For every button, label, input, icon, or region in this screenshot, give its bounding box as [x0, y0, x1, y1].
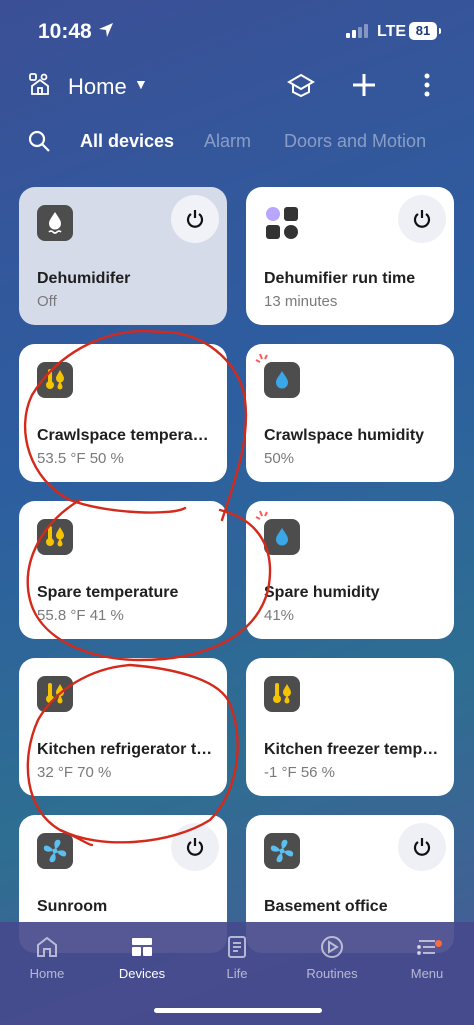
location-arrow-icon [99, 23, 113, 37]
nav-life[interactable]: Life [192, 934, 282, 981]
devices-grid-icon [132, 938, 152, 956]
power-button[interactable] [171, 195, 219, 243]
thermo-humidity-icon [37, 676, 73, 712]
device-card-spare-humidity[interactable]: Spare humidity 41% [246, 501, 454, 639]
more-options-icon[interactable] [410, 68, 444, 102]
search-icon[interactable] [27, 129, 51, 153]
thermo-humidity-icon [37, 519, 73, 555]
device-card-dehumidifier-run-time[interactable]: Dehumifier run time 13 minutes [246, 187, 454, 325]
home-icon [37, 936, 57, 957]
water-drop-icon [264, 519, 300, 555]
device-status: 41% [264, 607, 295, 624]
device-name: Dehumifier run time [264, 270, 416, 287]
routines-icon [321, 936, 343, 958]
signal-bars-icon [346, 24, 368, 38]
chevron-down-icon[interactable]: ▼ [134, 76, 148, 92]
device-status: -1 °F 56 % [264, 764, 336, 781]
fan-icon [37, 833, 73, 869]
dehumidifier-icon [37, 205, 73, 241]
power-button[interactable] [398, 823, 446, 871]
nav-devices[interactable]: Devices [97, 934, 187, 981]
device-card-crawlspace-humidity[interactable]: Crawlspace humidity 50% [246, 344, 454, 482]
nav-routines[interactable]: Routines [287, 934, 377, 981]
device-card-kitchen-refrigerator-temperature[interactable]: Kitchen refrigerator temperature 32 °F 7… [19, 658, 227, 796]
nav-label: Devices [118, 966, 166, 981]
hub-icon[interactable] [284, 68, 318, 102]
nav-menu[interactable]: Menu [382, 934, 472, 981]
device-status: Off [37, 293, 57, 310]
network-type: LTE [377, 23, 407, 40]
device-name: Dehumidifer [37, 270, 131, 287]
device-name: Spare humidity [264, 584, 380, 601]
fan-icon [264, 833, 300, 869]
tab-all-devices[interactable]: All devices [80, 131, 174, 152]
nav-home[interactable]: Home [2, 934, 92, 981]
power-button[interactable] [171, 823, 219, 871]
life-icon [228, 936, 246, 958]
status-bar: 10:48 LTE 81 [0, 0, 474, 62]
nav-label: Home [29, 966, 65, 981]
bottom-navigation: Home Devices Life Routines Menu [0, 922, 474, 1025]
device-status: 50% [264, 450, 295, 467]
battery-icon: 81 [409, 22, 441, 40]
device-name: Crawlspace temperature [37, 427, 213, 444]
nav-label: Menu [410, 966, 444, 981]
filter-tabs: All devices Alarm Doors and Motion [0, 124, 474, 160]
device-name: Sunroom [37, 898, 108, 915]
status-time: 10:48 [38, 20, 92, 43]
device-card-spare-temperature[interactable]: Spare temperature 55.8 °F 41 % [19, 501, 227, 639]
device-status: 32 °F 70 % [37, 764, 112, 781]
location-title[interactable]: Home [68, 74, 127, 100]
device-status: 55.8 °F 41 % [37, 607, 124, 624]
menu-icon [417, 940, 435, 955]
app-header: Home ▼ [0, 64, 474, 112]
thermo-humidity-icon [37, 362, 73, 398]
add-icon[interactable] [347, 68, 381, 102]
device-card-dehumidifier[interactable]: Dehumidifer Off [19, 187, 227, 325]
device-card-kitchen-freezer-temperature[interactable]: Kitchen freezer temperature -1 °F 56 % [246, 658, 454, 796]
nav-label: Life [226, 966, 248, 981]
home-indicator[interactable] [154, 1008, 322, 1013]
device-card-crawlspace-temperature[interactable]: Crawlspace temperature 53.5 °F 50 % [19, 344, 227, 482]
thermo-humidity-icon [264, 676, 300, 712]
device-name: Crawlspace humidity [264, 427, 425, 444]
device-status: 53.5 °F 50 % [37, 450, 124, 467]
power-button[interactable] [398, 195, 446, 243]
device-name: Basement office [264, 898, 388, 915]
notification-dot [435, 940, 442, 947]
device-name: Kitchen refrigerator temperature [37, 741, 213, 758]
device-name: Kitchen freezer temperature [264, 741, 440, 758]
shapes-icon [264, 205, 300, 241]
tab-alarm[interactable]: Alarm [204, 131, 251, 152]
device-status: 13 minutes [264, 293, 338, 310]
device-name: Spare temperature [37, 584, 179, 601]
nav-label: Routines [306, 966, 358, 981]
smart-home-icon[interactable] [28, 72, 52, 96]
water-drop-icon [264, 362, 300, 398]
tab-doors-and-motion[interactable]: Doors and Motion [284, 131, 426, 152]
